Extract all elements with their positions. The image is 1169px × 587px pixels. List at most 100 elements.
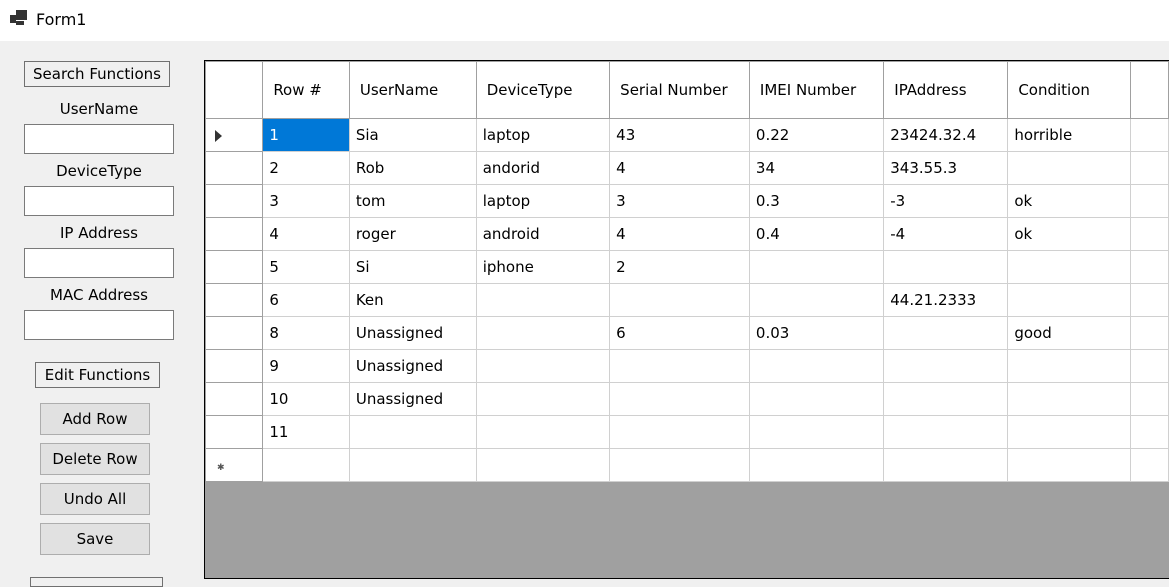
cell-extra[interactable] xyxy=(1130,151,1169,185)
cell-extra[interactable] xyxy=(1130,382,1169,416)
cell-serial-number[interactable] xyxy=(609,415,750,449)
row-header[interactable] xyxy=(205,250,264,284)
row-header[interactable] xyxy=(205,316,264,350)
table-row[interactable]: 10 Unassigned xyxy=(205,382,1169,416)
cell-username[interactable]: Sia xyxy=(348,118,477,152)
cell-devicetype[interactable] xyxy=(475,349,611,383)
cell-serial-number[interactable] xyxy=(609,349,750,383)
cell-ipaddress[interactable]: 44.21.2333 xyxy=(883,283,1009,317)
cell-imei-number[interactable] xyxy=(748,349,885,383)
cell-extra[interactable] xyxy=(1130,250,1169,284)
column-header-serial-number[interactable]: Serial Number xyxy=(609,61,750,119)
cell-condition[interactable] xyxy=(1007,250,1132,284)
table-row[interactable]: 9 Unassigned xyxy=(205,349,1169,383)
cell-devicetype[interactable] xyxy=(475,316,611,350)
cell-extra[interactable] xyxy=(1130,349,1169,383)
column-header-imei-number[interactable]: IMEI Number xyxy=(748,61,885,119)
column-header-ipaddress[interactable]: IPAddress xyxy=(883,61,1009,119)
cell-devicetype[interactable]: andorid xyxy=(475,151,611,185)
cell-serial-number[interactable]: 2 xyxy=(609,250,750,284)
cell-imei-number[interactable] xyxy=(748,250,885,284)
cell-ipaddress[interactable] xyxy=(883,382,1009,416)
cell-imei-number[interactable]: 0.3 xyxy=(748,184,885,218)
table-row[interactable]: 6 Ken 44.21.2333 xyxy=(205,283,1169,317)
cell-row-number[interactable]: 4 xyxy=(262,217,350,251)
cell-row-number[interactable]: 3 xyxy=(262,184,350,218)
cell-condition[interactable] xyxy=(1007,283,1132,317)
cell-condition[interactable]: ok xyxy=(1007,217,1132,251)
cell-extra[interactable] xyxy=(1130,184,1169,218)
cell-username[interactable]: Unassigned xyxy=(348,349,477,383)
username-input[interactable] xyxy=(24,124,174,154)
cell-imei-number[interactable] xyxy=(748,448,885,482)
column-header-username[interactable]: UserName xyxy=(348,61,477,119)
cell-condition[interactable]: ok xyxy=(1007,184,1132,218)
cell-row-number[interactable] xyxy=(262,448,350,482)
cell-condition[interactable] xyxy=(1007,349,1132,383)
cell-extra[interactable] xyxy=(1130,217,1169,251)
cell-condition[interactable] xyxy=(1007,151,1132,185)
row-header[interactable] xyxy=(205,415,264,449)
cell-devicetype[interactable] xyxy=(475,382,611,416)
cell-ipaddress[interactable]: 23424.32.4 xyxy=(883,118,1009,152)
devicetype-input[interactable] xyxy=(24,186,174,216)
table-row[interactable]: 3 tom laptop 3 0.3 -3 ok xyxy=(205,184,1169,218)
cell-ipaddress[interactable]: -4 xyxy=(883,217,1009,251)
add-row-button[interactable]: Add Row xyxy=(40,403,150,435)
cell-serial-number[interactable]: 3 xyxy=(609,184,750,218)
cell-imei-number[interactable] xyxy=(748,283,885,317)
table-row[interactable]: 5 Si iphone 2 xyxy=(205,250,1169,284)
cell-ipaddress[interactable] xyxy=(883,349,1009,383)
row-header-corner[interactable] xyxy=(205,61,264,119)
cell-condition[interactable] xyxy=(1007,448,1132,482)
cell-row-number[interactable]: 11 xyxy=(262,415,350,449)
table-row[interactable]: 4 roger android 4 0.4 -4 ok xyxy=(205,217,1169,251)
cell-devicetype[interactable]: laptop xyxy=(475,118,611,152)
cell-row-number[interactable]: 10 xyxy=(262,382,350,416)
cell-condition[interactable]: good xyxy=(1007,316,1132,350)
cell-devicetype[interactable]: laptop xyxy=(475,184,611,218)
cell-imei-number[interactable]: 0.03 xyxy=(748,316,885,350)
cell-serial-number[interactable] xyxy=(609,283,750,317)
cell-condition[interactable]: horrible xyxy=(1007,118,1132,152)
cell-username[interactable] xyxy=(348,448,477,482)
row-header[interactable] xyxy=(205,217,264,251)
cell-row-number[interactable]: 2 xyxy=(262,151,350,185)
cell-username[interactable]: Rob xyxy=(348,151,477,185)
cell-condition[interactable] xyxy=(1007,415,1132,449)
column-header-devicetype[interactable]: DeviceType xyxy=(475,61,611,119)
row-header[interactable] xyxy=(205,151,264,185)
column-header-condition[interactable]: Condition xyxy=(1007,61,1132,119)
cell-extra[interactable] xyxy=(1130,316,1169,350)
data-grid[interactable]: Row # UserName DeviceType Serial Number IMEI… xyxy=(204,60,1169,579)
cell-username[interactable]: roger xyxy=(348,217,477,251)
cell-devicetype[interactable] xyxy=(475,283,611,317)
cell-devicetype[interactable] xyxy=(475,415,611,449)
row-header[interactable]: ✱ xyxy=(205,448,264,482)
cell-ipaddress[interactable]: 343.55.3 xyxy=(883,151,1009,185)
cell-row-number[interactable]: 5 xyxy=(262,250,350,284)
cell-devicetype[interactable]: iphone xyxy=(475,250,611,284)
cell-imei-number[interactable] xyxy=(748,382,885,416)
table-row[interactable]: 8 Unassigned 6 0.03 good xyxy=(205,316,1169,350)
cell-ipaddress[interactable]: -3 xyxy=(883,184,1009,218)
row-header[interactable] xyxy=(205,184,264,218)
cell-username[interactable]: tom xyxy=(348,184,477,218)
cell-devicetype[interactable] xyxy=(475,448,611,482)
cell-username[interactable]: Ken xyxy=(348,283,477,317)
row-header[interactable] xyxy=(205,349,264,383)
cell-serial-number[interactable] xyxy=(609,448,750,482)
table-row[interactable]: 2 Rob andorid 4 34 343.55.3 xyxy=(205,151,1169,185)
cell-imei-number[interactable] xyxy=(748,415,885,449)
cell-username[interactable]: Unassigned xyxy=(348,382,477,416)
save-button[interactable]: Save xyxy=(40,523,150,555)
mac-address-input[interactable] xyxy=(24,310,174,340)
cell-serial-number[interactable] xyxy=(609,382,750,416)
delete-row-button[interactable]: Delete Row xyxy=(40,443,150,475)
cell-devicetype[interactable]: android xyxy=(475,217,611,251)
cell-imei-number[interactable]: 0.22 xyxy=(748,118,885,152)
ip-address-input[interactable] xyxy=(24,248,174,278)
cell-ipaddress[interactable] xyxy=(883,415,1009,449)
row-header[interactable] xyxy=(205,382,264,416)
cell-imei-number[interactable]: 34 xyxy=(748,151,885,185)
